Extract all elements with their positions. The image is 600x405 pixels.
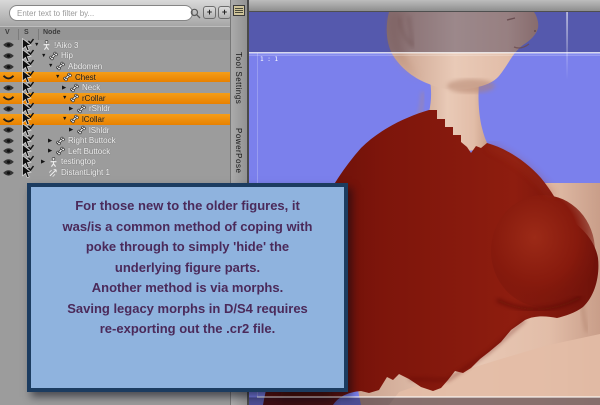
node-label[interactable]: Chest xyxy=(75,73,96,82)
search-icon[interactable] xyxy=(190,8,201,19)
col-node: Node xyxy=(43,29,61,36)
tree-row[interactable]: ▼ lCollar xyxy=(0,112,230,126)
node-label[interactable]: Hip xyxy=(61,51,73,60)
tree-row[interactable]: ▶ lShldr xyxy=(0,123,230,137)
node-type-icon xyxy=(69,82,80,93)
expand-arrow-icon[interactable]: ▼ xyxy=(62,93,69,103)
expand-arrow-icon[interactable]: ▶ xyxy=(41,157,48,167)
scene-filter-bar: + + xyxy=(0,0,231,27)
node-type-icon xyxy=(48,169,57,178)
note-line: Saving legacy morphs in D/S4 requires xyxy=(67,300,308,316)
tree-row[interactable]: ▶ Right Buttock xyxy=(0,133,230,148)
daz-studio-window: + + V S Node ▼ !Aiko 3 ▼ Hip xyxy=(0,0,600,405)
note-line: underlying figure parts. xyxy=(114,259,261,275)
side-tab-powerpose[interactable]: PowerPose xyxy=(234,128,243,173)
expand-arrow-icon[interactable]: ▶ xyxy=(69,104,76,114)
node-type-icon xyxy=(48,51,59,61)
node-label[interactable]: Left Buttock xyxy=(68,147,110,156)
expand-arrow-icon[interactable]: ▶ xyxy=(69,125,76,135)
node-label[interactable]: lCollar xyxy=(82,115,105,124)
node-label[interactable]: lShldr xyxy=(89,126,109,135)
expand-arrow-icon[interactable]: ▶ xyxy=(48,136,55,146)
node-type-icon xyxy=(76,125,87,135)
tree-row[interactable]: ▶ Neck xyxy=(0,80,230,95)
tree-row[interactable]: ▼ !Aiko 3 xyxy=(0,38,230,52)
note-line: was/is a common method of coping with xyxy=(62,218,313,234)
node-type-icon xyxy=(55,61,66,72)
node-label[interactable]: Abdomen xyxy=(68,62,102,71)
node-label[interactable]: rCollar xyxy=(82,94,106,103)
note-line: poke through to simply 'hide' the xyxy=(85,239,290,254)
node-label[interactable]: Right Buttock xyxy=(68,136,116,145)
tree-row[interactable]: ▶ testingtop xyxy=(0,154,230,169)
expand-arrow-icon[interactable]: ▶ xyxy=(62,83,69,93)
node-type-icon xyxy=(69,93,80,104)
panel-menu-icon[interactable] xyxy=(233,5,245,16)
tree-row[interactable]: ▼ rCollar xyxy=(0,91,230,105)
viewport-toolbar xyxy=(249,0,600,12)
node-label[interactable]: rShldr xyxy=(89,104,110,113)
node-type-icon xyxy=(76,104,87,114)
node-label[interactable]: testingtop xyxy=(61,157,96,166)
tree-row[interactable]: ▼ Chest xyxy=(0,70,230,84)
tree-row[interactable]: DistantLight 1 xyxy=(0,165,230,179)
tree-row[interactable]: ▼ Abdomen xyxy=(0,59,230,73)
expand-arrow-icon[interactable]: ▼ xyxy=(41,51,48,61)
note-line: Another method is via morphs. xyxy=(91,280,284,295)
expand-arrow-icon[interactable]: ▼ xyxy=(55,72,62,82)
tree-row[interactable]: ▶ Left Buttock xyxy=(0,144,230,158)
expand-arrow-icon[interactable]: ▶ xyxy=(48,146,55,156)
node-type-icon xyxy=(43,40,50,51)
expand-arrow-icon[interactable]: ▼ xyxy=(48,61,55,71)
annotation-note-text: For those new to the older figures, it wa… xyxy=(31,196,344,340)
expand-arrow-icon[interactable]: ▼ xyxy=(34,40,41,50)
node-type-icon xyxy=(55,135,66,146)
node-type-icon xyxy=(62,72,73,82)
node-type-icon xyxy=(55,146,66,156)
node-label[interactable]: Neck xyxy=(82,83,100,92)
tree-rows: ▼ !Aiko 3 ▼ Hip ▼ Abdomen ▼ Chest ▶ Neck… xyxy=(0,38,230,179)
annotation-note-box: For those new to the older figures, it wa… xyxy=(27,183,348,392)
tree-row[interactable]: ▶ rShldr xyxy=(0,101,230,116)
node-label[interactable]: DistantLight 1 xyxy=(61,168,110,177)
tree-row[interactable]: ▼ Hip xyxy=(0,48,230,63)
col-selection: S xyxy=(24,29,29,36)
selectable-cursor-icon[interactable] xyxy=(20,165,34,179)
node-type-icon xyxy=(69,114,80,125)
filter-add-button-1[interactable]: + xyxy=(203,6,216,19)
node-type-icon xyxy=(50,156,57,167)
aspect-ratio-label: 1 : 1 xyxy=(260,56,278,63)
visibility-eye-icon[interactable] xyxy=(2,167,15,179)
node-label[interactable]: !Aiko 3 xyxy=(54,41,78,50)
side-tab-tool-settings[interactable]: Tool Settings xyxy=(234,52,243,104)
col-visibility: V xyxy=(5,29,10,36)
note-line: re-exporting out the .cr2 file. xyxy=(99,321,276,336)
tree-column-header: V S Node xyxy=(0,26,230,42)
expand-arrow-icon[interactable]: ▼ xyxy=(62,114,69,124)
filter-input[interactable] xyxy=(9,5,193,21)
note-line: For those new to the older figures, it xyxy=(75,198,300,213)
